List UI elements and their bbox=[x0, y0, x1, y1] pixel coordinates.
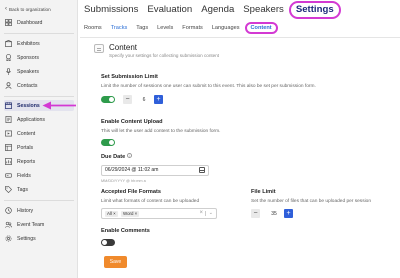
sidebar-item-sponsors[interactable]: Sponsors bbox=[4, 52, 74, 63]
submission-limit-increment-button[interactable]: + bbox=[154, 95, 163, 104]
subtab-tracks[interactable]: Tracks bbox=[111, 25, 128, 31]
comments-label: Enable Comments bbox=[101, 228, 150, 234]
subtab-rooms[interactable]: Rooms bbox=[84, 25, 102, 31]
file-formats-select[interactable]: All × Word × × ⌄ bbox=[101, 208, 217, 219]
sidebar-divider bbox=[4, 33, 74, 34]
file-limit-value[interactable]: 35 bbox=[265, 211, 283, 217]
toggle-knob bbox=[102, 240, 107, 245]
tab-submissions[interactable]: Submissions bbox=[84, 0, 138, 20]
top-navigation: Submissions Evaluation Agenda Speakers S… bbox=[84, 0, 350, 20]
sidebar-item-dashboard[interactable]: Dashboard bbox=[4, 17, 74, 28]
sidebar: ‹ Back to organization Dashboard Exhibit… bbox=[0, 0, 78, 278]
toggle-knob bbox=[109, 140, 114, 145]
reports-icon bbox=[5, 158, 12, 165]
sidebar-item-contacts[interactable]: Contacts bbox=[4, 80, 74, 91]
back-to-organization-link[interactable]: ‹ Back to organization bbox=[5, 6, 51, 12]
sidebar-item-exhibitors[interactable]: Exhibitors bbox=[4, 38, 74, 49]
applications-icon bbox=[5, 116, 12, 123]
sidebar-item-settings[interactable]: Settings bbox=[4, 233, 74, 244]
tag-icon bbox=[5, 186, 12, 193]
sidebar-item-fields[interactable]: Fields bbox=[4, 170, 74, 181]
sidebar-item-tags[interactable]: Tags bbox=[4, 184, 74, 195]
tab-evaluation[interactable]: Evaluation bbox=[147, 0, 192, 20]
subtab-content[interactable]: Content bbox=[244, 22, 278, 34]
calendar-icon[interactable] bbox=[199, 167, 205, 173]
dashboard-icon bbox=[5, 19, 12, 26]
clear-icon[interactable]: × bbox=[199, 209, 203, 218]
gear-icon bbox=[5, 235, 12, 242]
due-date-format-hint: MM/DD/YYYY @ hh:mm a bbox=[101, 179, 146, 183]
sessions-icon bbox=[5, 102, 12, 109]
page-title: Content bbox=[109, 43, 138, 52]
chevron-left-icon: ‹ bbox=[5, 6, 7, 12]
comments-toggle[interactable] bbox=[101, 239, 115, 246]
chevron-down-icon[interactable]: ⌄ bbox=[209, 209, 213, 218]
sidebar-item-speakers[interactable]: Speakers bbox=[4, 66, 74, 77]
chip-remove-icon[interactable]: × bbox=[135, 211, 138, 216]
file-limit-decrement-button[interactable]: − bbox=[251, 209, 260, 218]
sidebar-divider bbox=[4, 200, 74, 201]
document-icon bbox=[94, 44, 104, 53]
subtab-tags[interactable]: Tags bbox=[136, 25, 148, 31]
sidebar-item-portals[interactable]: Portals bbox=[4, 142, 74, 153]
file-formats-description: Limit what formats of content can be upl… bbox=[101, 199, 200, 204]
format-chip: All × bbox=[105, 211, 118, 217]
submission-limit-description: Limit the number of sessions one user ca… bbox=[101, 84, 316, 89]
submission-limit-toggle[interactable] bbox=[101, 96, 115, 103]
subtab-levels[interactable]: Levels bbox=[157, 25, 173, 31]
sidebar-divider bbox=[4, 96, 74, 97]
due-date-input[interactable]: 06/29/2024 @ 11:02 am bbox=[101, 165, 209, 176]
content-upload-description: This will let the user add content to th… bbox=[101, 129, 221, 134]
portals-icon bbox=[5, 144, 12, 151]
team-icon bbox=[5, 221, 12, 228]
settings-subnav: Rooms Tracks Tags Levels Formats Languag… bbox=[84, 22, 287, 34]
history-icon bbox=[5, 207, 12, 214]
save-button[interactable]: Save bbox=[104, 256, 127, 268]
sponsor-icon bbox=[5, 54, 12, 61]
page-subtitle: Specify your settings for collecting sub… bbox=[109, 53, 220, 58]
info-icon: i bbox=[127, 153, 133, 158]
contacts-icon bbox=[5, 82, 12, 89]
exhibitor-icon bbox=[5, 40, 12, 47]
content-upload-label: Enable Content Upload bbox=[101, 119, 163, 125]
file-formats-label: Accepted File Formats bbox=[101, 189, 161, 195]
content-icon bbox=[5, 130, 12, 137]
tab-settings[interactable]: Settings bbox=[288, 1, 341, 19]
toggle-knob bbox=[109, 97, 114, 102]
sidebar-item-applications[interactable]: Applications bbox=[4, 114, 74, 125]
content-upload-toggle[interactable] bbox=[101, 139, 115, 146]
due-date-label-text: Due Date bbox=[101, 154, 126, 160]
select-divider bbox=[205, 211, 206, 216]
sidebar-item-event-team[interactable]: Event Team bbox=[4, 219, 74, 230]
subtab-formats[interactable]: Formats bbox=[182, 25, 203, 31]
annotation-arrow-icon bbox=[42, 101, 76, 110]
sidebar-item-history[interactable]: History bbox=[4, 205, 74, 216]
tab-agenda[interactable]: Agenda bbox=[201, 0, 234, 20]
microphone-icon bbox=[5, 68, 12, 75]
subnav-divider bbox=[80, 37, 400, 38]
format-chip: Word × bbox=[121, 211, 140, 217]
sidebar-item-content[interactable]: Content bbox=[4, 128, 74, 139]
submission-limit-value[interactable]: 6 bbox=[135, 97, 153, 103]
submission-limit-label: Set Submission Limit bbox=[101, 74, 158, 80]
chip-remove-icon[interactable]: × bbox=[113, 211, 116, 216]
fields-icon bbox=[5, 172, 12, 179]
due-date-label: Due Date i bbox=[101, 153, 133, 160]
subtab-languages[interactable]: Languages bbox=[212, 25, 240, 31]
file-limit-increment-button[interactable]: + bbox=[284, 209, 293, 218]
file-limit-description: Set the number of files that can be uplo… bbox=[251, 199, 371, 204]
file-limit-label: File Limit bbox=[251, 189, 276, 195]
submission-limit-decrement-button[interactable]: − bbox=[123, 95, 132, 104]
due-date-value: 06/29/2024 @ 11:02 am bbox=[105, 167, 159, 173]
sidebar-item-reports[interactable]: Reports bbox=[4, 156, 74, 167]
tab-speakers[interactable]: Speakers bbox=[243, 0, 284, 20]
